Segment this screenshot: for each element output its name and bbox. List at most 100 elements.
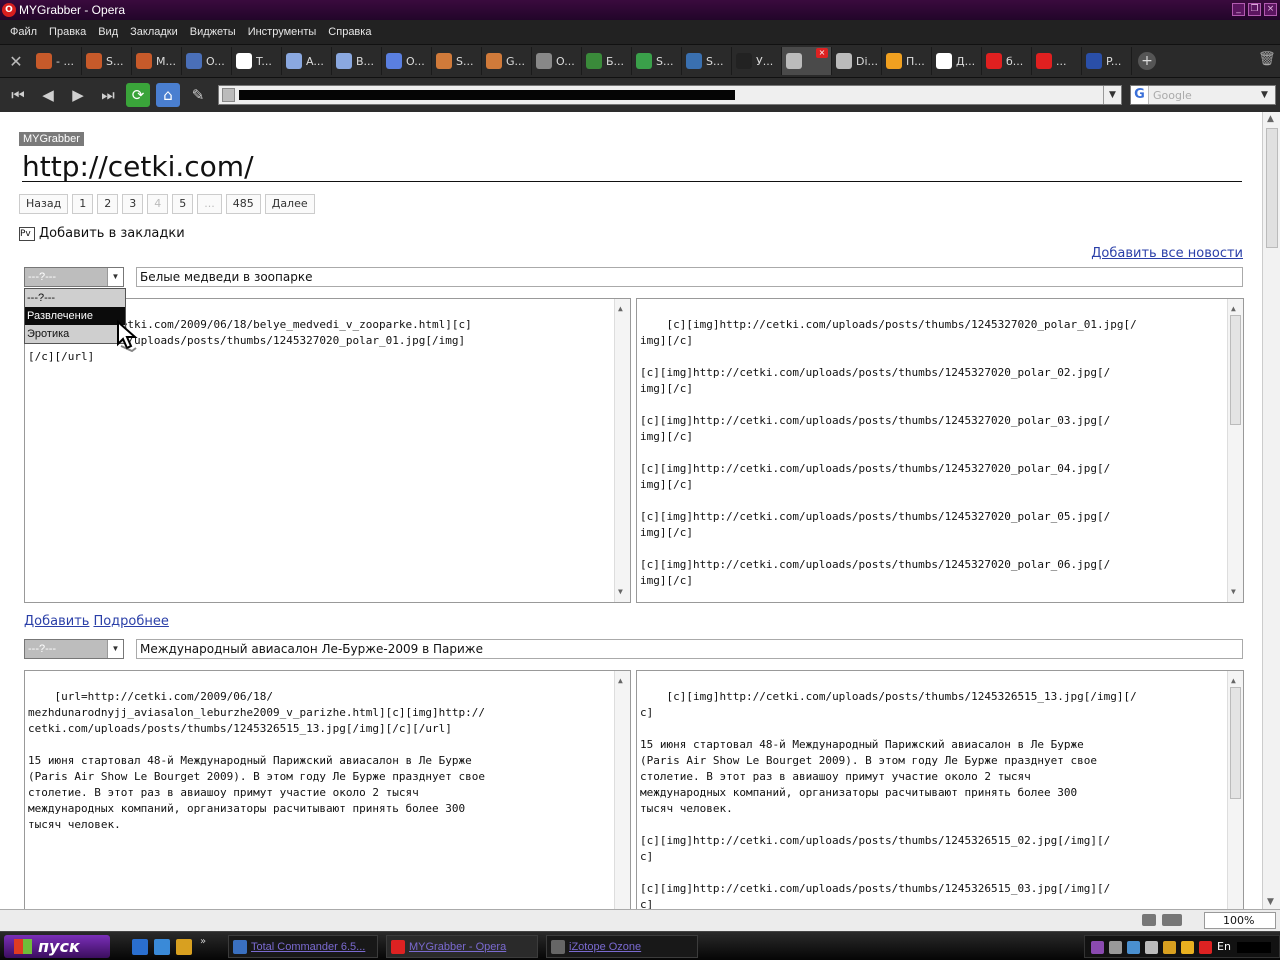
scroll-down-icon[interactable]: ▼ [1267,897,1274,907]
browser-tab[interactable]: T... [232,47,282,75]
news-output-textarea[interactable]: [c][img]http://cetki.com/uploads/posts/t… [636,670,1244,909]
rewind-icon[interactable]: ⏮ [6,83,30,107]
menu-help[interactable]: Справка [322,26,377,38]
scroll-thumb[interactable] [1230,315,1241,425]
news-title-input[interactable]: Международный авиасалон Ле-Бурже-2009 в … [136,639,1243,659]
category-option-erotic[interactable]: Эротика [25,325,125,343]
category-option-none[interactable]: ---?--- [25,289,125,307]
page-scrollbar[interactable]: ▲ ▼ [1262,112,1280,909]
pager-prev[interactable]: Назад [19,194,69,214]
browser-tab[interactable]: Д... [932,47,982,75]
browser-tab[interactable]: Di... [832,47,882,75]
menu-file[interactable]: Файл [4,26,43,38]
task-total-commander[interactable]: Total Commander 6.5... [228,935,378,958]
image-mode-icon[interactable] [1162,914,1182,926]
panel-toggle-icon[interactable]: ✕ [4,48,28,74]
browser-tab[interactable]: S... [432,47,482,75]
address-dropdown-icon[interactable]: ▼ [1103,86,1121,104]
pager-next[interactable]: Далее [264,194,315,214]
minimize-button[interactable]: _ [1232,3,1245,16]
pager-page-1[interactable]: 1 [72,194,94,214]
reload-icon[interactable]: ⟳ [126,83,150,107]
tray-icon[interactable] [1091,941,1104,954]
browser-tab[interactable]: B... [332,47,382,75]
tray-icon[interactable] [1145,941,1158,954]
browser-tab[interactable]: O... [532,47,582,75]
browser-tab[interactable]: O... [182,47,232,75]
news-source-textarea[interactable]: [url=http://cetki.com/2009/06/18/ mezhdu… [24,670,631,909]
pager-page-last[interactable]: 485 [225,194,261,214]
textarea-scrollbar[interactable]: ▲ [1227,671,1243,909]
browser-tab[interactable]: S... [632,47,682,75]
winamp-icon[interactable] [176,939,192,955]
tray-icon[interactable] [1127,941,1140,954]
panel-icon[interactable] [1142,914,1156,926]
search-dropdown-icon[interactable]: ▼ [1261,90,1275,100]
forward-icon[interactable]: ▶ [66,83,90,107]
task-opera[interactable]: MYGrabber - Opera [386,935,538,958]
scroll-up-icon[interactable]: ▲ [618,673,623,689]
browser-tab[interactable]: S... [82,47,132,75]
scroll-down-icon[interactable]: ▼ [1231,584,1236,600]
search-field[interactable]: G Google ▼ [1130,85,1276,105]
start-button[interactable]: пуск [4,935,110,958]
address-field[interactable]: ▼ [218,85,1122,105]
pager-page-2[interactable]: 2 [97,194,119,214]
browser-tab[interactable]: M... [132,47,182,75]
menu-bookmarks[interactable]: Закладки [124,26,184,38]
ie-icon[interactable] [132,939,148,955]
category-select[interactable]: ---?--- ▼ [24,639,124,659]
scroll-thumb[interactable] [1230,687,1241,799]
chevron-down-icon[interactable]: ▼ [107,640,123,658]
new-tab-button[interactable]: + [1138,52,1156,70]
details-link[interactable]: Подробнее [93,614,168,629]
more-icon[interactable]: » [200,936,216,952]
browser-tab[interactable]: A... [282,47,332,75]
scroll-up-icon[interactable]: ▲ [1267,114,1274,124]
menu-view[interactable]: Вид [92,26,124,38]
edit-icon[interactable]: ✎ [186,83,210,107]
trash-icon[interactable]: 🗑 [1258,51,1276,71]
tab-close-icon[interactable]: × [816,48,828,58]
bookmark-checkbox[interactable]: Pv [19,226,35,241]
close-button[interactable]: × [1264,3,1277,16]
textarea-scrollbar[interactable]: ▲ ▼ [1227,299,1243,602]
language-indicator[interactable]: En [1217,940,1231,953]
pager-page-5[interactable]: 5 [172,194,194,214]
news-title-input[interactable]: Белые медведи в зоопарке [136,267,1243,287]
zoom-select[interactable]: 100% [1204,912,1276,929]
task-izotope[interactable]: iZotope Ozone [546,935,698,958]
chevron-down-icon[interactable]: ▼ [107,268,123,286]
page-scroll-thumb[interactable] [1266,128,1278,248]
browser-tab[interactable]: P... [1082,47,1132,75]
tray-icon[interactable] [1163,941,1176,954]
browser-tab[interactable]: S... [682,47,732,75]
browser-tab[interactable]: П... [882,47,932,75]
home-icon[interactable]: ⌂ [156,83,180,107]
back-icon[interactable]: ◀ [36,83,60,107]
browser-tab[interactable]: - ... [32,47,82,75]
browser-tab[interactable]: б... [982,47,1032,75]
fast-forward-icon[interactable]: ⏭ [96,83,120,107]
textarea-scrollbar[interactable]: ▲ ▼ [614,299,630,602]
textarea-scrollbar[interactable]: ▲ [614,671,630,909]
browser-tab[interactable]: O... [382,47,432,75]
menu-widgets[interactable]: Виджеты [184,26,242,38]
scroll-up-icon[interactable]: ▲ [618,301,623,317]
browser-tab[interactable]: ... [1032,47,1082,75]
browser-tab[interactable]: У... [732,47,782,75]
browser-tab[interactable]: × [782,47,832,75]
bookmark-label[interactable]: Добавить в закладки [39,226,185,241]
category-option-entertainment[interactable]: Развлечение [25,307,125,325]
scroll-down-icon[interactable]: ▼ [618,584,623,600]
tray-icon[interactable] [1199,941,1212,954]
browser-tab[interactable]: Б... [582,47,632,75]
tray-icon[interactable] [1109,941,1122,954]
tray-icon[interactable] [1181,941,1194,954]
menu-edit[interactable]: Правка [43,26,92,38]
browser-tab[interactable]: G... [482,47,532,75]
pager-page-3[interactable]: 3 [122,194,144,214]
menu-tools[interactable]: Инструменты [242,26,323,38]
desktop-icon[interactable] [154,939,170,955]
add-link[interactable]: Добавить [24,614,89,629]
